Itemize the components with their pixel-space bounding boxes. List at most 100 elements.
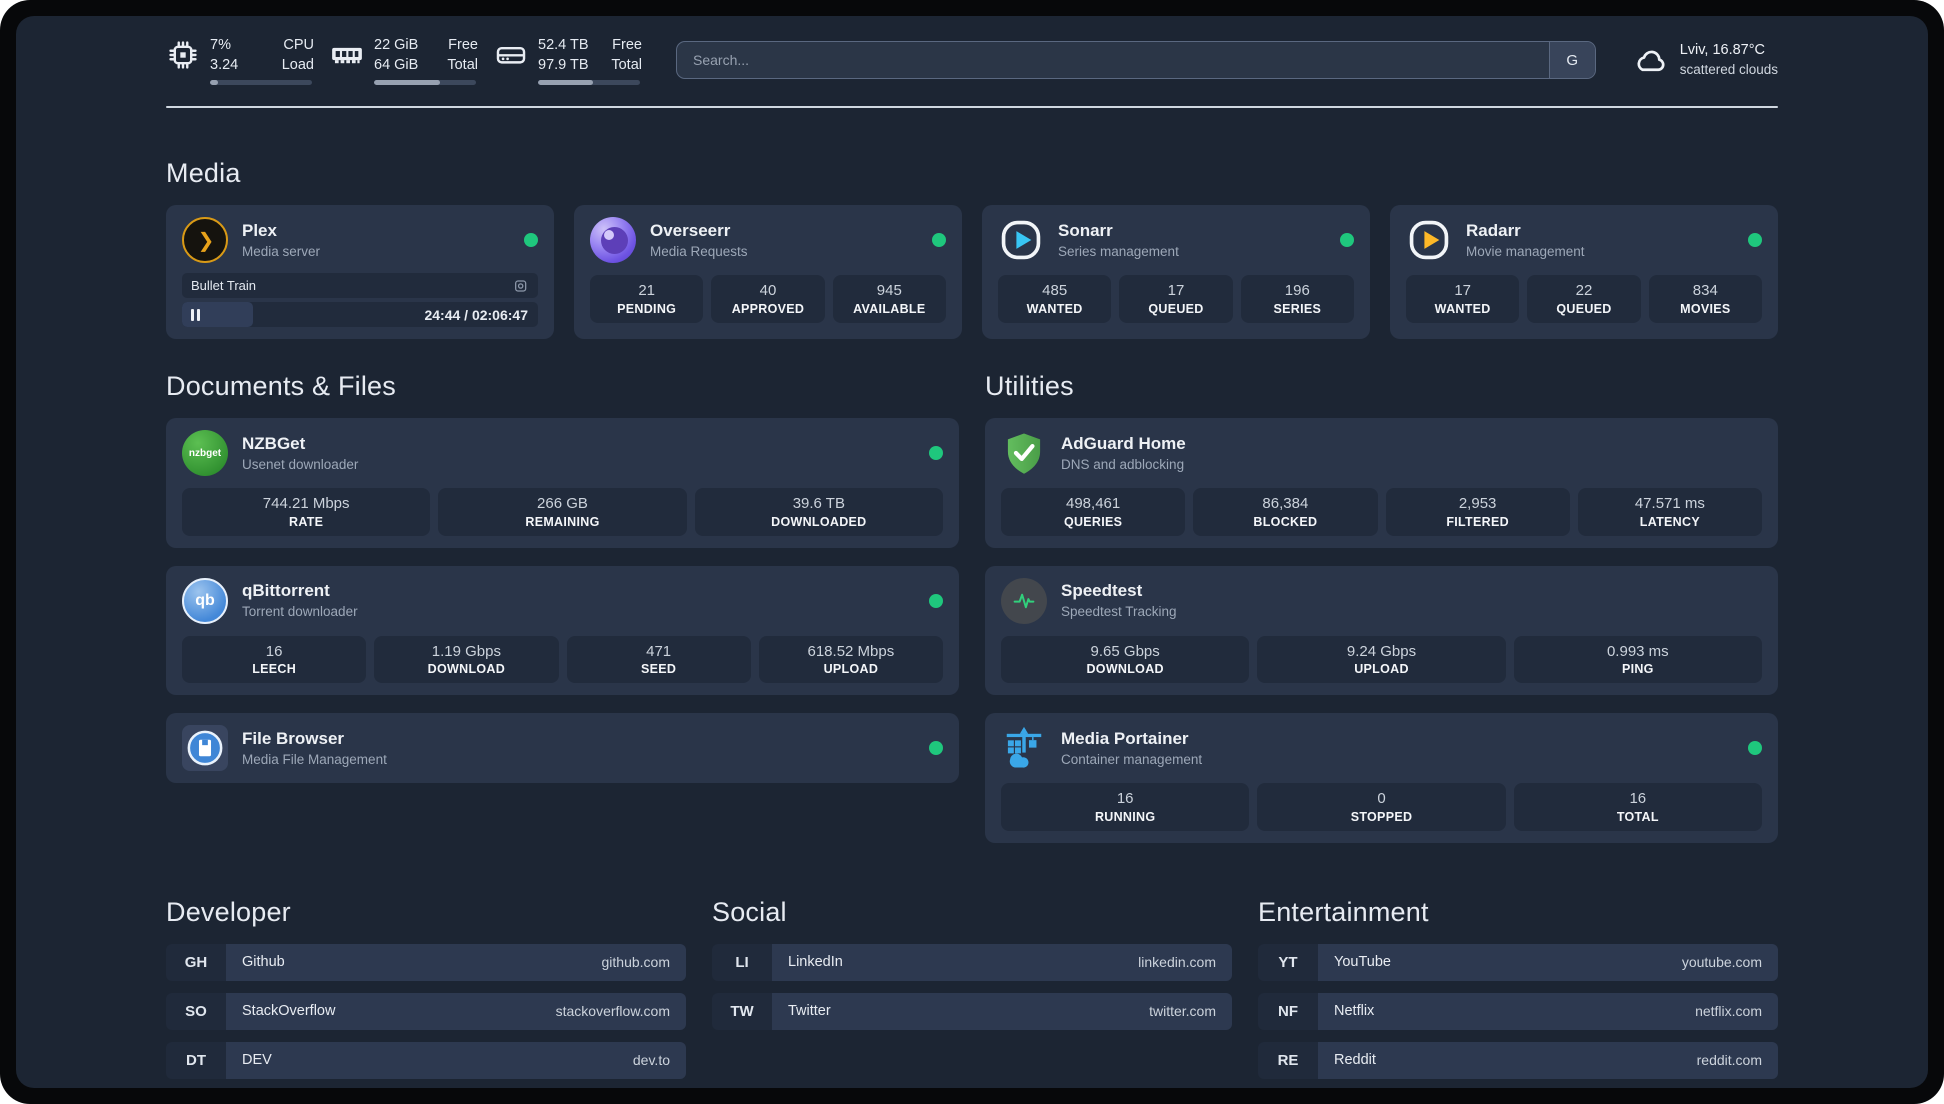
stat-value: 471	[646, 642, 672, 660]
bookmark-abbr: GH	[166, 943, 226, 981]
weather-condition: scattered clouds	[1679, 61, 1778, 77]
now-playing-title: Bullet Train	[191, 278, 257, 293]
radarr-card[interactable]: Radarr Movie management 17 WANTED 22 QUE…	[1390, 205, 1778, 339]
stat-label: UPLOAD	[1354, 662, 1409, 676]
stat-value: 9.24 Gbps	[1346, 642, 1417, 660]
bookmark-netflix[interactable]: NF Netflix netflix.com	[1258, 992, 1778, 1030]
social-column: Social LI LinkedIn linkedin.com TW Twitt…	[712, 897, 1232, 1089]
stat-value: 196	[1284, 282, 1310, 299]
memory-icon	[332, 47, 362, 64]
stat-label: DOWNLOAD	[427, 662, 506, 676]
bookmark-abbr: RE	[1258, 1041, 1318, 1079]
sonarr-card[interactable]: Sonarr Series management 485 WANTED 17 Q…	[982, 205, 1370, 339]
cpu-progress-track	[210, 80, 312, 85]
stat-label: LATENCY	[1639, 514, 1700, 529]
memory-total-label: Total	[447, 57, 478, 73]
stat-box: 1.19 Gbps DOWNLOAD	[374, 635, 559, 683]
plex-card[interactable]: ❯ Plex Media server Bullet Train 24:44 /…	[166, 205, 554, 339]
playback-progress-bar[interactable]: 24:44 / 02:06:47	[182, 302, 538, 327]
stat-box: 86,384 BLOCKED	[1193, 488, 1378, 536]
adguard-card[interactable]: AdGuard Home DNS and adblocking 498,461 …	[985, 418, 1778, 548]
overseerr-card[interactable]: Overseerr Media Requests 21 PENDING 40 A…	[574, 205, 962, 339]
stat-label: APPROVED	[731, 301, 805, 316]
service-title: qBittorrent	[242, 581, 330, 601]
nzbget-icon: nzbget	[182, 430, 228, 476]
service-title: Media Portainer	[1061, 728, 1189, 748]
adguard-icon	[1007, 433, 1041, 474]
bookmark-url: twitter.com	[1149, 1003, 1216, 1019]
bookmark-name: Netflix	[1334, 1003, 1375, 1019]
service-subtitle: Media File Management	[242, 751, 387, 767]
bookmark-abbr: NF	[1258, 992, 1318, 1030]
stat-label: WANTED	[1434, 301, 1491, 316]
stat-value: 744.21 Mbps	[262, 495, 350, 512]
service-subtitle: Container management	[1061, 751, 1203, 767]
stat-label: TOTAL	[1616, 809, 1659, 824]
nzbget-card[interactable]: nzbget NZBGet Usenet downloader 744.21 M…	[166, 418, 959, 548]
weather-location: Lviv, 16.87°C	[1679, 42, 1766, 59]
section-header-utilities: Utilities	[985, 371, 1074, 401]
stat-box: 498,461 QUERIES	[1001, 488, 1186, 536]
bookmark-reddit[interactable]: RE Reddit reddit.com	[1258, 1041, 1778, 1079]
stat-box: 9.24 Gbps UPLOAD	[1257, 635, 1506, 683]
stat-label: STOPPED	[1350, 809, 1413, 824]
service-subtitle: Speedtest Tracking	[1061, 604, 1177, 620]
overseerr-icon	[590, 217, 636, 263]
filebrowser-card[interactable]: File Browser Media File Management	[166, 713, 959, 783]
utilities-column: Utilities AdGuard Home DNS and adblockin…	[985, 371, 1778, 843]
stat-label: PING	[1621, 662, 1654, 676]
bookmark-dev[interactable]: DT DEV dev.to	[166, 1041, 686, 1079]
status-dot	[932, 233, 946, 247]
bookmark-linkedin[interactable]: LI LinkedIn linkedin.com	[712, 943, 1232, 981]
stat-label: QUEUED	[1148, 301, 1204, 316]
bookmark-stackoverflow[interactable]: SO StackOverflow stackoverflow.com	[166, 992, 686, 1030]
bookmark-name: YouTube	[1334, 954, 1391, 970]
stat-box: 47.571 ms LATENCY	[1577, 488, 1762, 536]
search-provider-button[interactable]: G	[1548, 42, 1595, 78]
stat-box: 16 LEECH	[182, 635, 367, 683]
section-header-entertainment: Entertainment	[1258, 896, 1429, 927]
stat-box: 744.21 Mbps RATE	[182, 488, 431, 536]
bookmark-name: DEV	[242, 1052, 272, 1068]
plex-now-playing: Bullet Train 24:44 / 02:06:47	[182, 273, 538, 327]
speedtest-card[interactable]: Speedtest Speedtest Tracking 9.65 Gbps D…	[985, 565, 1778, 695]
pause-icon[interactable]	[191, 308, 200, 321]
bookmark-twitter[interactable]: TW Twitter twitter.com	[712, 992, 1232, 1030]
service-title: AdGuard Home	[1061, 433, 1186, 453]
topbar-divider	[166, 106, 1778, 108]
system-stats: 7% 3.24 CPU Load 22 GiB 64 GiB Free Tota…	[166, 35, 642, 85]
service-title: Speedtest	[1061, 581, 1143, 601]
stat-label: BLOCKED	[1253, 514, 1318, 529]
stat-value: 16	[1116, 790, 1134, 807]
bookmark-youtube[interactable]: YT YouTube youtube.com	[1258, 943, 1778, 981]
stat-box: 834 MOVIES	[1648, 275, 1762, 323]
section-header-media: Media	[166, 158, 241, 188]
bookmark-name: StackOverflow	[242, 1003, 336, 1019]
portainer-card[interactable]: Media Portainer Container management 16 …	[985, 713, 1778, 843]
memory-progress-fill	[374, 80, 441, 85]
video-camera-icon	[515, 279, 527, 292]
stat-label: UPLOAD	[823, 662, 879, 676]
stat-label: DOWNLOAD	[1086, 662, 1164, 676]
service-subtitle: Media server	[242, 243, 321, 259]
service-subtitle: Series management	[1058, 243, 1179, 259]
radarr-icon	[1409, 220, 1449, 260]
status-dot	[1340, 233, 1354, 247]
stat-box: 471 SEED	[566, 635, 751, 683]
qbittorrent-icon: qb	[182, 577, 228, 624]
section-header-developer: Developer	[166, 896, 291, 927]
cpu-percent: 7%	[210, 37, 231, 53]
cpu-widget: 7% 3.24 CPU Load	[166, 35, 314, 85]
stat-label: PENDING	[617, 301, 677, 316]
cpu-progress-fill	[210, 80, 219, 85]
stat-box: 22 QUEUED	[1527, 275, 1641, 323]
stat-box: 17 WANTED	[1406, 275, 1520, 323]
bookmark-github[interactable]: GH Github github.com	[166, 943, 686, 981]
service-subtitle: Usenet downloader	[242, 456, 359, 472]
stat-label: RUNNING	[1094, 809, 1156, 824]
stat-label: FILTERED	[1446, 514, 1509, 529]
stat-label: WANTED	[1026, 301, 1083, 316]
top-bar: 7% 3.24 CPU Load 22 GiB 64 GiB Free Tota…	[166, 30, 1778, 90]
qbittorrent-card[interactable]: qb qBittorrent Torrent downloader 16 LEE…	[166, 565, 959, 695]
search-input[interactable]	[677, 42, 1549, 78]
